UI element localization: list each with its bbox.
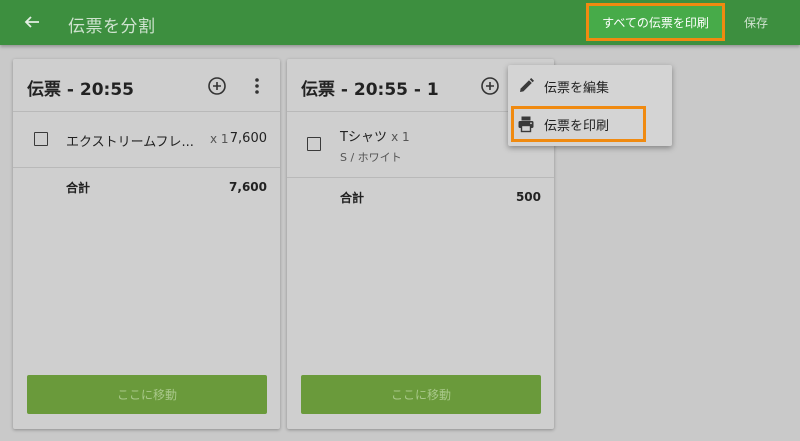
item-name-line: エクストリームフレ... xyxy=(66,131,194,150)
item-name: エクストリームフレ... xyxy=(66,135,194,150)
move-here-button[interactable]: ここに移動 xyxy=(27,375,267,414)
more-options-button[interactable] xyxy=(250,76,264,96)
ticket-item-row[interactable]: エクストリームフレ... x 1 7,600 xyxy=(13,112,280,168)
add-item-button[interactable] xyxy=(480,76,500,96)
printer-icon xyxy=(518,116,534,133)
print-all-tickets-button[interactable]: すべての伝票を印刷 xyxy=(586,3,725,41)
back-arrow-icon xyxy=(24,16,39,28)
ticket-card: 伝票 - 20:55 エクストリームフレ... x 1 7,600 合計 7,6… xyxy=(13,59,280,429)
total-value: 500 xyxy=(515,190,541,204)
item-price: 7,600 xyxy=(229,131,267,146)
item-variant: S / ホワイト xyxy=(340,151,402,164)
item-quantity: x 1 xyxy=(210,132,229,146)
item-quantity: x 1 xyxy=(391,130,410,144)
print-ticket-menu-item[interactable]: 伝票を印刷 xyxy=(511,106,646,142)
print-ticket-label: 伝票を印刷 xyxy=(544,118,610,134)
total-label: 合計 xyxy=(66,181,91,195)
add-item-button[interactable] xyxy=(207,76,227,96)
total-label: 合計 xyxy=(340,191,365,205)
edit-ticket-menu-item[interactable]: 伝票を編集 xyxy=(508,67,672,105)
move-here-button[interactable]: ここに移動 xyxy=(301,375,541,414)
pencil-icon xyxy=(520,78,534,92)
ticket-options-menu: 伝票を編集 伝票を印刷 xyxy=(508,65,672,146)
item-checkbox[interactable] xyxy=(34,132,48,146)
ticket-title: 伝票 - 20:55 - 1 xyxy=(301,80,439,100)
add-circle-icon xyxy=(208,77,226,95)
total-value: 7,600 xyxy=(229,180,267,194)
page-title: 伝票を分割 xyxy=(68,17,156,37)
back-button[interactable] xyxy=(18,9,46,35)
app-bar: 伝票を分割 すべての伝票を印刷 保存 xyxy=(0,0,800,45)
ticket-header: 伝票 - 20:55 xyxy=(13,59,280,112)
add-circle-icon xyxy=(481,77,499,95)
edit-ticket-label: 伝票を編集 xyxy=(544,80,610,96)
more-vert-icon xyxy=(255,78,259,94)
item-name-line: Tシャツ x 1 xyxy=(340,126,410,145)
item-name: Tシャツ xyxy=(340,130,387,145)
ticket-title: 伝票 - 20:55 xyxy=(27,80,135,100)
item-checkbox[interactable] xyxy=(307,137,321,151)
save-button[interactable]: 保存 xyxy=(744,14,768,31)
item-qty-line: x 1 xyxy=(210,132,229,147)
